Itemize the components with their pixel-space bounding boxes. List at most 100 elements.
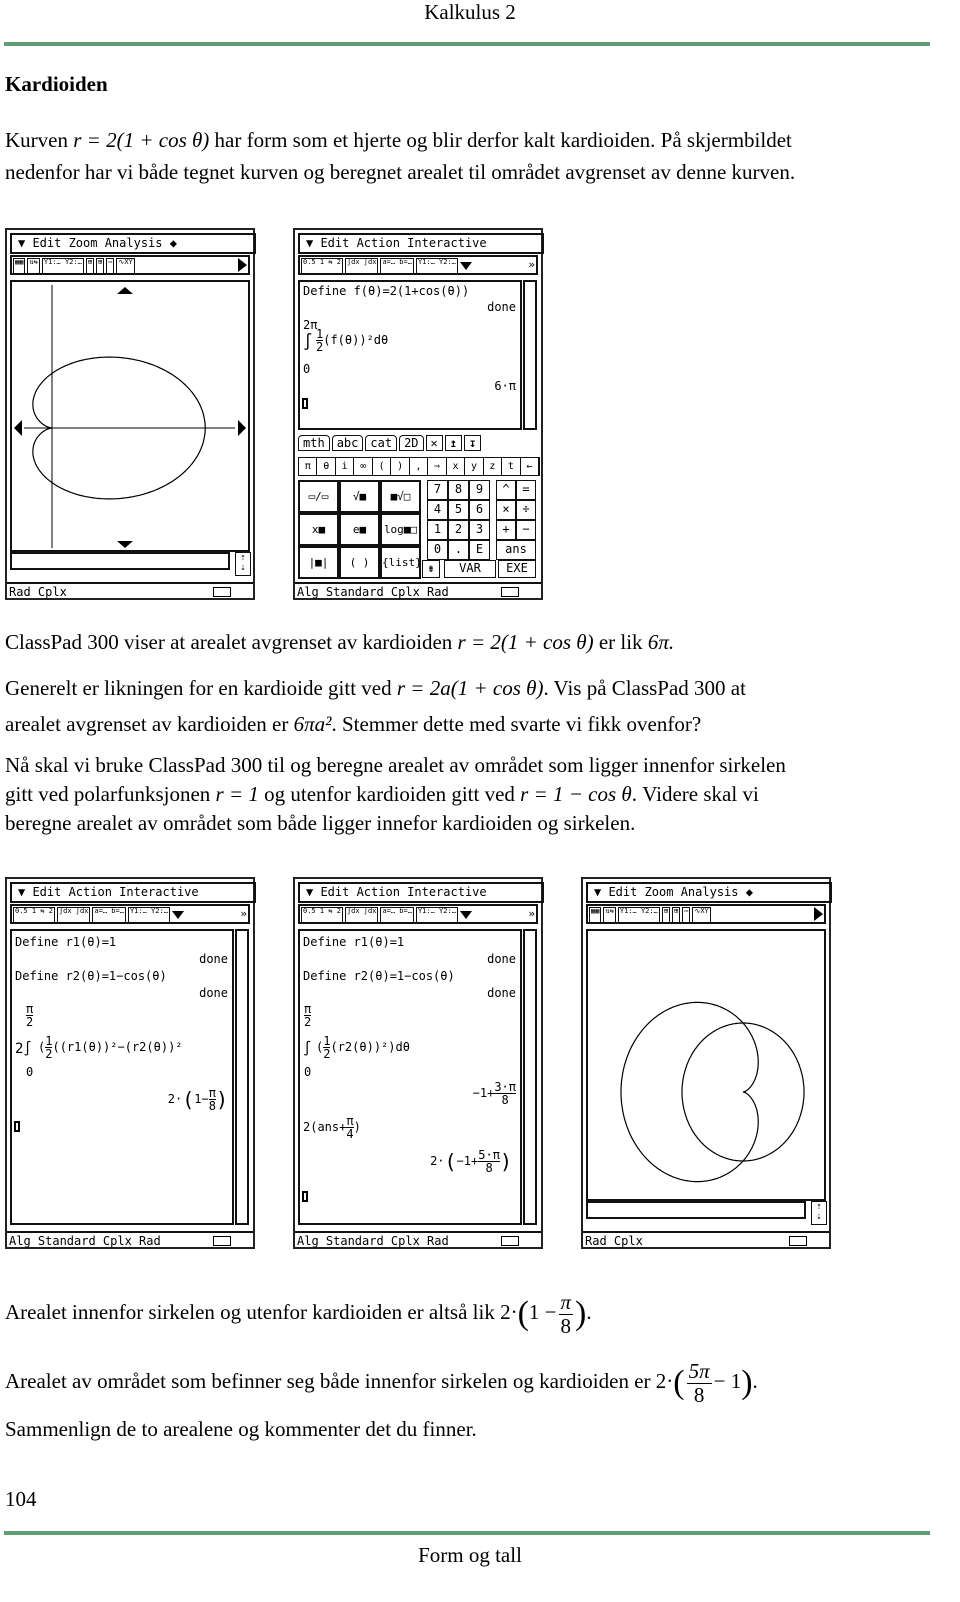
symbol-key[interactable]: y <box>465 458 484 475</box>
symbol-key[interactable]: ( <box>373 458 392 475</box>
menu-bar[interactable]: ▼ Edit Zoom Analysis ◆ <box>586 882 832 903</box>
var-key[interactable]: VAR <box>444 560 496 578</box>
more-icon[interactable]: » <box>528 907 535 921</box>
toolbar-button[interactable]: ⇅⇆ <box>27 258 40 274</box>
menu-bar[interactable]: ▼ Edit Action Interactive <box>10 882 256 903</box>
template-key[interactable]: x■ <box>298 513 339 546</box>
arrow-up-icon[interactable] <box>117 287 133 294</box>
keyboard-tab-mth[interactable]: mth <box>298 435 330 451</box>
operator-key[interactable]: + <box>496 520 516 540</box>
toolbar-button[interactable]: Y1:… Y2:… <box>415 258 458 274</box>
number-key-8[interactable]: 8 <box>448 480 469 500</box>
keyboard-icon-button[interactable]: ↧ <box>463 435 482 451</box>
keyboard-tab-abc[interactable]: abc <box>331 435 364 451</box>
template-key[interactable]: ( ) <box>339 546 380 579</box>
cursor[interactable] <box>302 398 308 409</box>
template-key[interactable]: ■√□ <box>380 480 421 513</box>
menu-label[interactable]: Edit Action Interactive <box>320 236 486 250</box>
dropdown-icon[interactable] <box>459 911 472 919</box>
arrow-left-icon[interactable] <box>14 420 22 436</box>
menu-label[interactable]: Edit Zoom Analysis ◆ <box>32 236 177 250</box>
cursor[interactable] <box>302 1191 308 1202</box>
keyboard-icon-button[interactable]: ↥ <box>444 435 462 451</box>
toolbar-button[interactable]: ∿XY <box>116 258 135 274</box>
toolbar-button[interactable]: ▦▦ <box>589 907 602 923</box>
play-arrow-icon[interactable] <box>238 258 247 272</box>
operator-key[interactable]: ÷ <box>516 500 536 520</box>
symbol-key[interactable]: ⇒ <box>428 458 447 475</box>
play-arrow-icon[interactable] <box>814 907 823 921</box>
menu-bar[interactable]: ▼ Edit Zoom Analysis ◆ <box>10 233 256 254</box>
toolbar-button[interactable]: 0.5 1 ⇆ 2 <box>13 907 55 923</box>
menu-bar[interactable]: ▼ Edit Action Interactive <box>298 233 544 254</box>
template-key[interactable]: ▭/▭ <box>298 480 339 513</box>
template-key[interactable]: √■ <box>339 480 380 513</box>
number-key-E[interactable]: E <box>469 540 490 560</box>
template-key[interactable]: log■□ <box>380 513 421 546</box>
arrow-down-icon[interactable] <box>117 541 133 548</box>
number-key-7[interactable]: 7 <box>427 480 448 500</box>
toolbar-button[interactable]: ⋯ <box>106 258 115 274</box>
menu-label[interactable]: Edit Action Interactive <box>320 885 486 899</box>
scroll-updown-icon[interactable]: ⇡ ⇣ <box>235 552 251 576</box>
toolbar-button[interactable]: ⋯ <box>682 907 691 923</box>
menu-icon[interactable]: ▼ <box>594 885 608 899</box>
menu-bar[interactable]: ▼ Edit Action Interactive <box>298 882 544 903</box>
toolbar-button[interactable]: 0.5 1 ⇆ 2 <box>301 258 343 274</box>
keyboard-tab-2D[interactable]: 2D <box>399 435 424 451</box>
dropdown-icon[interactable] <box>171 911 184 919</box>
operator-key[interactable]: = <box>516 480 536 500</box>
more-icon[interactable]: » <box>240 907 247 921</box>
keyboard-icon-button[interactable]: ✕ <box>425 435 443 451</box>
keyboard-tab-cat[interactable]: cat <box>365 435 398 451</box>
dropdown-icon[interactable] <box>459 262 472 270</box>
toolbar-button[interactable]: 0.5 1 ⇆ 2 <box>301 907 343 923</box>
toolbar-button[interactable]: ∫dx ∫dx <box>344 907 379 923</box>
toolbar-button[interactable]: Y1:… Y2:… <box>41 258 84 274</box>
toolbar-button[interactable]: ⇅⇆ <box>603 907 616 923</box>
toolbar-button[interactable]: a=… b=… <box>380 258 414 274</box>
number-key-0[interactable]: 0 <box>427 540 448 560</box>
scroll-updown-icon[interactable]: ⇡ ⇣ <box>811 1201 827 1225</box>
menu-icon[interactable]: ▼ <box>18 236 32 250</box>
cursor[interactable] <box>14 1121 20 1132</box>
symbol-key[interactable]: , <box>410 458 429 475</box>
work-area[interactable]: Define r1(θ)=1 done Define r2(θ)=1−cos(θ… <box>10 929 234 1225</box>
number-key-6[interactable]: 6 <box>469 500 490 520</box>
scrollbar[interactable] <box>523 280 537 430</box>
symbol-key[interactable]: x <box>447 458 466 475</box>
symbol-key[interactable]: ) <box>391 458 410 475</box>
symbol-key[interactable]: θ <box>317 458 336 475</box>
toolbar-button[interactable]: Y1:… Y2:… <box>127 907 170 923</box>
menu-label[interactable]: Edit Zoom Analysis ◆ <box>608 885 753 899</box>
symbol-key[interactable]: ← <box>521 458 540 475</box>
number-key-.[interactable]: . <box>448 540 469 560</box>
work-area[interactable]: Define f(θ)=2(1+cos(θ)) done 2π ∫ 1 2 (f(θ… <box>298 280 522 430</box>
operator-key[interactable]: ^ <box>496 480 516 500</box>
arrow-right-icon[interactable] <box>238 420 246 436</box>
entry-line[interactable] <box>586 1201 806 1219</box>
more-icon[interactable]: » <box>528 258 535 272</box>
scrollbar[interactable] <box>523 929 537 1225</box>
menu-icon[interactable]: ▼ <box>18 885 32 899</box>
number-key-9[interactable]: 9 <box>469 480 490 500</box>
symbol-key[interactable]: π <box>299 458 318 475</box>
toolbar-button[interactable]: a=… b=… <box>380 907 414 923</box>
operator-key[interactable]: − <box>516 520 536 540</box>
toolbar-button[interactable]: ⊞ <box>85 258 95 274</box>
toolbar-button[interactable]: ⊞ <box>661 907 671 923</box>
toolbar-button[interactable]: ▦▦ <box>13 258 26 274</box>
toolbar-button[interactable]: ∫dx ∫dx <box>344 258 379 274</box>
exe-key[interactable]: EXE <box>498 560 536 578</box>
symbol-key[interactable]: i <box>336 458 355 475</box>
menu-icon[interactable]: ▼ <box>306 885 320 899</box>
number-key-5[interactable]: 5 <box>448 500 469 520</box>
menu-label[interactable]: Edit Action Interactive <box>32 885 198 899</box>
toolbar-button[interactable]: ⊞ <box>672 907 681 923</box>
number-key-2[interactable]: 2 <box>448 520 469 540</box>
operator-key[interactable]: × <box>496 500 516 520</box>
toolbar-button[interactable]: ∫dx ∫dx <box>56 907 91 923</box>
toolbar-button[interactable]: Y1:… Y2:… <box>617 907 660 923</box>
entry-line[interactable] <box>10 552 230 570</box>
toolbar-button[interactable]: Y1:… Y2:… <box>415 907 458 923</box>
